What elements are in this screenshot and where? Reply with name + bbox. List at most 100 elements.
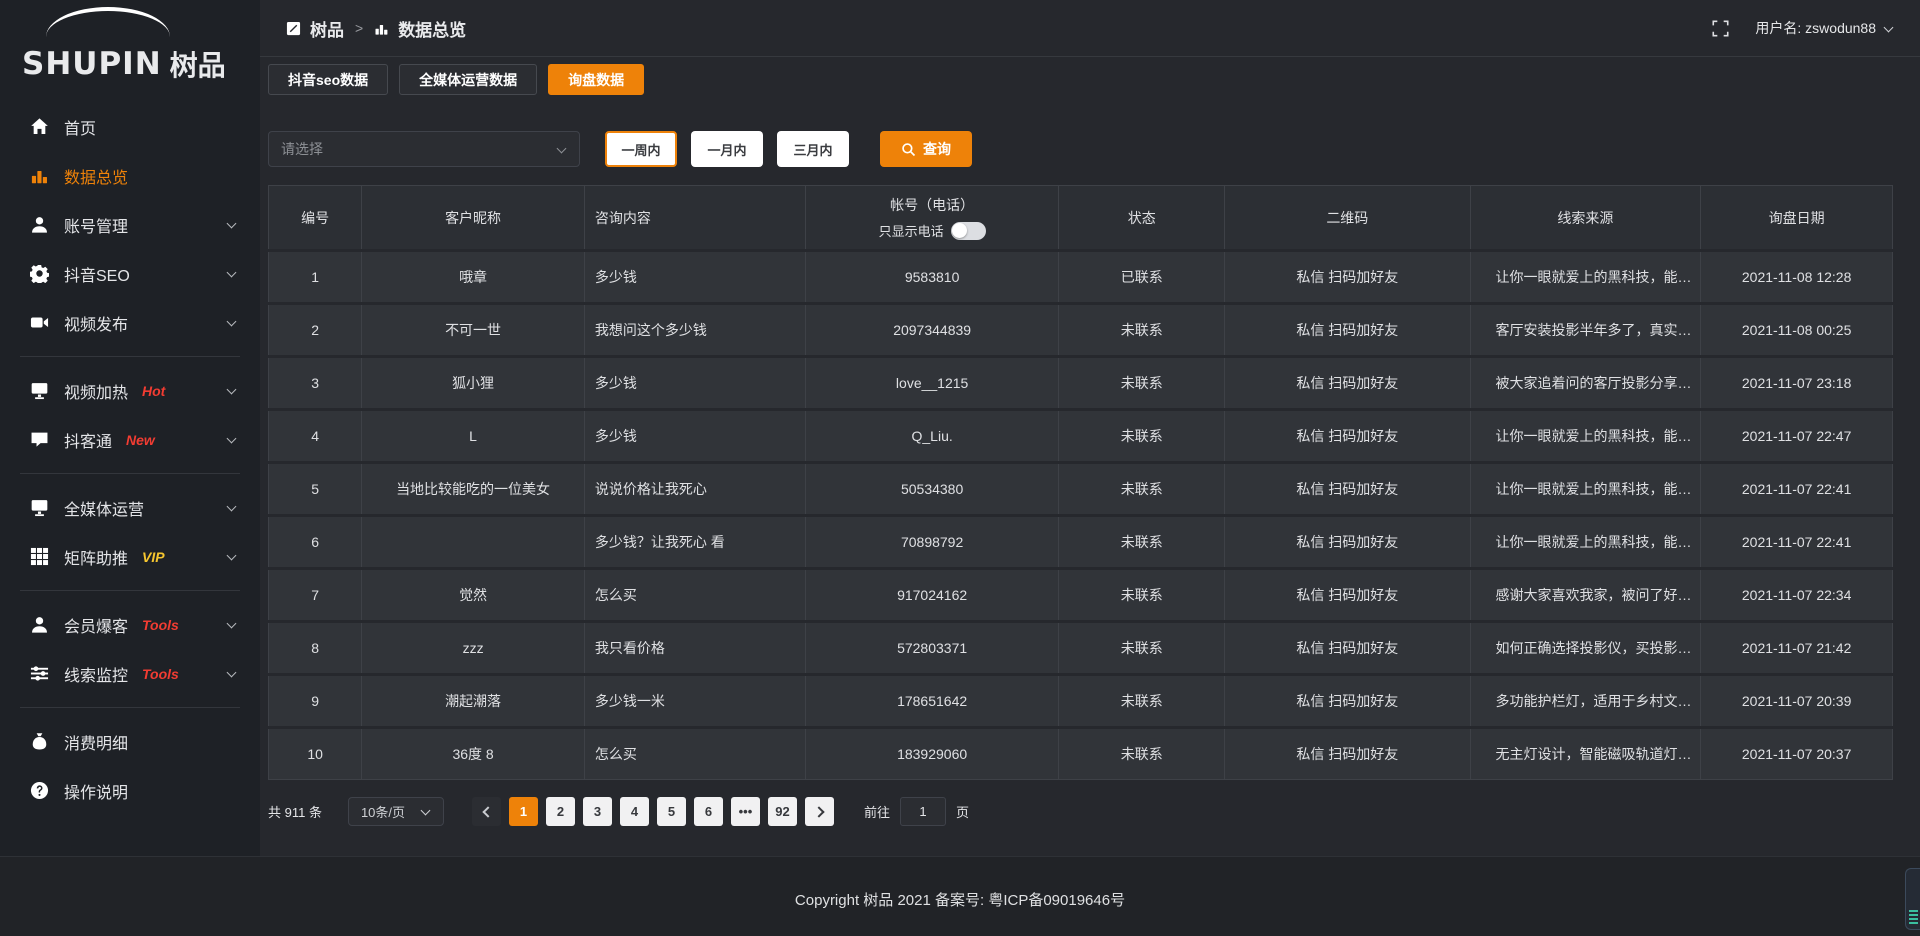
cell-qrcode[interactable]: 私信 扫码加好友: [1225, 570, 1470, 620]
sidebar-item-matrix-boost[interactable]: 矩阵助推VIP: [0, 532, 260, 581]
page-button-2[interactable]: 2: [546, 797, 575, 826]
cell-no: 7: [268, 570, 362, 620]
cell-source[interactable]: 让你一眼就爱上的黑科技，能…: [1471, 252, 1702, 302]
cell-qrcode[interactable]: 私信 扫码加好友: [1225, 252, 1470, 302]
fullscreen-icon[interactable]: [1712, 20, 1729, 37]
sidebar-item-douketong[interactable]: 抖客通New: [0, 415, 260, 464]
phone-only-toggle[interactable]: [951, 222, 986, 240]
page-button-4[interactable]: 4: [620, 797, 649, 826]
cell-source[interactable]: 被大家追着问的客厅投影分享…: [1471, 358, 1702, 408]
sidebar-item-video-publish[interactable]: 视频发布: [0, 298, 260, 347]
cell-source[interactable]: 无主灯设计，智能磁吸轨道灯…: [1471, 729, 1702, 780]
chevron-down-icon: [227, 620, 237, 629]
sidebar-divider: [20, 707, 240, 708]
cell-source[interactable]: 让你一眼就爱上的黑科技，能…: [1471, 464, 1702, 514]
column-header-date: 询盘日期: [1701, 185, 1893, 249]
chevron-down-icon: [227, 220, 237, 229]
next-page-button[interactable]: [805, 797, 834, 826]
tab-douyin-seo-data[interactable]: 抖音seo数据: [268, 64, 388, 95]
cell-qrcode[interactable]: 私信 扫码加好友: [1225, 464, 1470, 514]
content-column: 树品 > 数据总览 用户名: zswodun88 抖音seo数据全媒体运营数据询…: [260, 0, 1920, 856]
cell-no: 2: [268, 305, 362, 355]
cell-account: 2097344839: [806, 305, 1060, 355]
cell-source[interactable]: 感谢大家喜欢我家，被问了好…: [1471, 570, 1702, 620]
cell-status: 未联系: [1059, 305, 1225, 355]
sidebar-item-consumption-detail[interactable]: 消费明细: [0, 717, 260, 766]
chevron-down-icon: [227, 386, 237, 395]
sidebar-item-douyin-seo[interactable]: 抖音SEO: [0, 249, 260, 298]
cell-source[interactable]: 如何正确选择投影仪，买投影…: [1471, 623, 1702, 673]
phone-toggle-label: 只显示电话: [879, 221, 944, 240]
tab-inquiry-data[interactable]: 询盘数据: [548, 64, 644, 95]
cell-nickname: 36度 8: [362, 729, 585, 780]
cell-qrcode[interactable]: 私信 扫码加好友: [1225, 729, 1470, 780]
page-button-92[interactable]: 92: [768, 797, 797, 826]
logo-text-en: SHUPIN: [22, 49, 162, 80]
sidebar-item-member-baoke[interactable]: 会员爆客Tools: [0, 600, 260, 649]
inquiry-table: 编号客户昵称咨询内容帐号（电话）只显示电话状态二维码线索来源询盘日期 1哦章多少…: [268, 182, 1893, 783]
sidebar-item-clue-monitor[interactable]: 线索监控Tools: [0, 649, 260, 698]
range-button-three-months[interactable]: 三月内: [777, 131, 849, 167]
app-icon: [286, 21, 301, 36]
account-header: 帐号（电话）只显示电话: [807, 195, 1058, 240]
tab-media-operation-data[interactable]: 全媒体运营数据: [399, 64, 537, 95]
page-button-5[interactable]: 5: [657, 797, 686, 826]
page-button-6[interactable]: 6: [694, 797, 723, 826]
sidebar-item-label: 视频加热: [64, 379, 128, 403]
cell-status: 未联系: [1059, 464, 1225, 514]
copyright-text: Copyright 树品 2021 备案号: 粤ICP备09019646号: [795, 889, 1125, 936]
page-suffix: 页: [956, 802, 969, 821]
sidebar-item-account-management[interactable]: 账号管理: [0, 200, 260, 249]
goto-page-input[interactable]: [900, 797, 946, 826]
range-button-one-week[interactable]: 一周内: [605, 131, 677, 167]
cell-account: 183929060: [806, 729, 1060, 780]
more-pages-button[interactable]: •••: [731, 797, 760, 826]
username[interactable]: 用户名: zswodun88: [1755, 18, 1876, 38]
page-button-1[interactable]: 1: [509, 797, 538, 826]
page-size-value: 10条/页: [361, 802, 405, 821]
sidebar-item-video-heat[interactable]: 视频加热Hot: [0, 366, 260, 415]
range-button-one-month[interactable]: 一月内: [691, 131, 763, 167]
cell-nickname: 潮起潮落: [362, 676, 585, 726]
sidebar-item-operation-guide[interactable]: 操作说明: [0, 766, 260, 815]
sidebar-item-label: 会员爆客: [64, 613, 128, 637]
cell-qrcode[interactable]: 私信 扫码加好友: [1225, 358, 1470, 408]
cell-qrcode[interactable]: 私信 扫码加好友: [1225, 517, 1470, 567]
sidebar-item-home[interactable]: 首页: [0, 102, 260, 151]
cell-date: 2021-11-07 23:18: [1701, 358, 1893, 408]
cell-no: 10: [268, 729, 362, 780]
cell-qrcode[interactable]: 私信 扫码加好友: [1225, 676, 1470, 726]
cell-source[interactable]: 让你一眼就爱上的黑科技，能…: [1471, 517, 1702, 567]
cell-content: 多少钱一米: [585, 676, 806, 726]
cell-nickname: 觉然: [362, 570, 585, 620]
widget-stripe: [1909, 922, 1918, 924]
table-row: 4L多少钱Q_Liu.未联系私信 扫码加好友让你一眼就爱上的黑科技，能…2021…: [268, 411, 1893, 461]
cell-source[interactable]: 多功能护栏灯，适用于乡村文…: [1471, 676, 1702, 726]
cell-qrcode[interactable]: 私信 扫码加好友: [1225, 411, 1470, 461]
chart-icon: [374, 21, 389, 36]
sidebar-item-media-operation[interactable]: 全媒体运营: [0, 483, 260, 532]
chevron-down-icon[interactable]: [1884, 24, 1894, 33]
page-size-select[interactable]: 10条/页: [348, 797, 444, 826]
cell-source[interactable]: 让你一眼就爱上的黑科技，能…: [1471, 411, 1702, 461]
cell-nickname: 哦章: [362, 252, 585, 302]
sidebar-item-label: 线索监控: [64, 662, 128, 686]
sidebar-item-data-overview[interactable]: 数据总览: [0, 151, 260, 200]
search-button[interactable]: 查询: [880, 131, 972, 167]
page-button-3[interactable]: 3: [583, 797, 612, 826]
logo[interactable]: SHUPIN 树品: [0, 0, 260, 94]
cell-qrcode[interactable]: 私信 扫码加好友: [1225, 623, 1470, 673]
breadcrumb-current: 数据总览: [398, 16, 466, 41]
cell-account: Q_Liu.: [806, 411, 1060, 461]
prev-page-button[interactable]: [472, 797, 501, 826]
cell-content: 怎么买: [585, 729, 806, 780]
cell-account: 9583810: [806, 252, 1060, 302]
cell-account: love__1215: [806, 358, 1060, 408]
sidebar-item-label: 抖客通: [64, 428, 112, 452]
table-row: 7觉然怎么买917024162未联系私信 扫码加好友感谢大家喜欢我家，被问了好……: [268, 570, 1893, 620]
cell-source[interactable]: 客厅安装投影半年多了，真实…: [1471, 305, 1702, 355]
breadcrumb-root[interactable]: 树品: [310, 16, 344, 41]
cell-qrcode[interactable]: 私信 扫码加好友: [1225, 305, 1470, 355]
floating-widget[interactable]: [1905, 868, 1920, 930]
filter-select[interactable]: 请选择: [268, 131, 580, 167]
